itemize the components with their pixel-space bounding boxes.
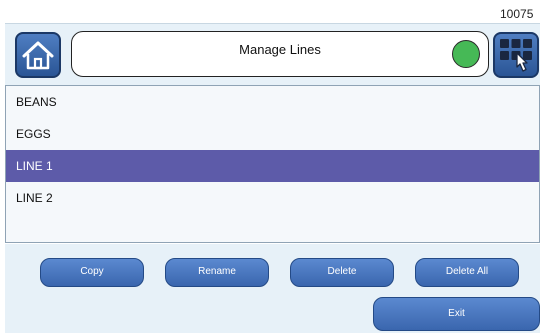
lines-list: BEANS EGGS LINE 1 LINE 2 bbox=[5, 85, 540, 243]
copy-button[interactable]: Copy bbox=[40, 258, 144, 287]
action-panel: Copy Rename Delete Delete All Exit bbox=[5, 244, 540, 333]
home-button[interactable] bbox=[15, 32, 61, 78]
list-item-beans[interactable]: BEANS bbox=[6, 86, 539, 118]
home-icon bbox=[22, 41, 54, 70]
grid-touch-icon bbox=[500, 39, 532, 72]
delete-all-button[interactable]: Delete All bbox=[415, 258, 519, 287]
title-box: Manage Lines bbox=[71, 31, 489, 77]
header-bar: Manage Lines bbox=[5, 23, 540, 91]
list-item-eggs[interactable]: EGGS bbox=[6, 118, 539, 150]
status-indicator bbox=[452, 40, 480, 68]
delete-button[interactable]: Delete bbox=[290, 258, 394, 287]
rename-button[interactable]: Rename bbox=[165, 258, 269, 287]
page-title: Manage Lines bbox=[239, 42, 321, 57]
list-item-line-2[interactable]: LINE 2 bbox=[6, 182, 539, 214]
menu-grid-button[interactable] bbox=[493, 32, 539, 78]
device-id: 10075 bbox=[500, 7, 534, 21]
exit-button[interactable]: Exit bbox=[373, 297, 540, 331]
list-item-line-1[interactable]: LINE 1 bbox=[6, 150, 539, 182]
